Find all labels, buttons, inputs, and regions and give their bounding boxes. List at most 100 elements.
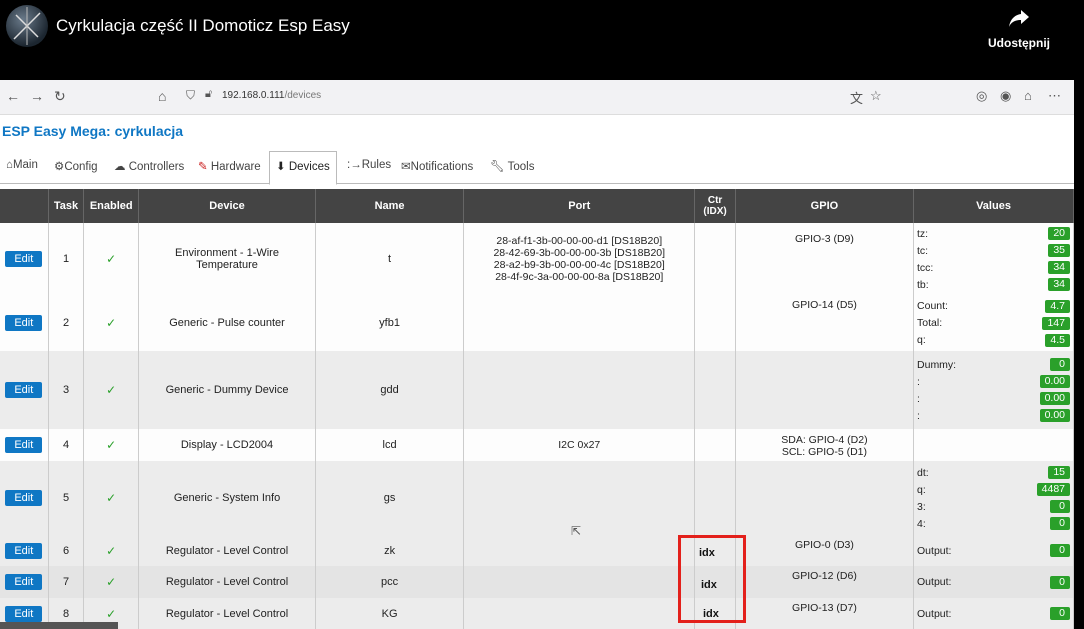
tab-rules[interactable]: :→Rules (347, 159, 391, 171)
device-type: Regulator - Level Control (165, 576, 289, 588)
device-cell: Regulator - Level Control (138, 535, 316, 566)
gpio-cell: GPIO-13 (D7) (735, 598, 915, 629)
port-cell (463, 598, 696, 629)
value-row: : 0.00 (917, 407, 1070, 424)
home-icon: ⌂ (6, 159, 13, 171)
edit-button[interactable]: Edit (5, 490, 43, 506)
table-row: Edit 6 ✓ Regulator - Level Control zk GPIO-0 … (0, 535, 1074, 566)
reload-icon[interactable]: ↻ (54, 88, 66, 105)
values-cell: Output: 0 (913, 598, 1074, 629)
gpio-cell (735, 461, 915, 535)
value-badge: 4.5 (1045, 333, 1070, 347)
enabled-check-icon: ✓ (106, 316, 117, 330)
bookmark-star-icon[interactable]: ☆ (870, 88, 882, 104)
idx-label: idx (703, 608, 719, 620)
edit-button[interactable]: Edit (5, 605, 43, 622)
enabled-check-icon: ✓ (106, 575, 117, 589)
video-title[interactable]: Cyrkulacja część II Domoticz Esp Easy (56, 16, 350, 36)
port-line: 28-42-69-3b-00-00-00-3b [DS18B20] (493, 247, 666, 259)
device-type: Generic - System Info (173, 492, 281, 504)
menu-icon[interactable]: ⋯ (1048, 88, 1061, 104)
name-cell: lcd (315, 429, 465, 461)
value-row: q: 4.5 (917, 332, 1070, 349)
video-progress-bar[interactable] (0, 622, 118, 629)
edit-button[interactable]: Edit (5, 574, 43, 590)
tab-main[interactable]: ⌂Main (6, 159, 38, 171)
value-row: Output: 0 (917, 574, 1070, 591)
value-badge: 0.00 (1039, 375, 1070, 388)
extensions-icon[interactable]: ⌂ (1024, 88, 1032, 103)
share-arrow-icon (1009, 10, 1029, 27)
tab-devices[interactable]: ⬇ Devices (269, 151, 337, 185)
value-row: : 0.00 (917, 373, 1070, 390)
value-badge: 4487 (1036, 483, 1070, 496)
value-badge: 0 (1050, 544, 1070, 557)
value-label: : (917, 375, 920, 388)
tab-hardware[interactable]: ✎ Hardware (198, 159, 261, 173)
edit-button[interactable]: Edit (5, 437, 43, 453)
back-icon[interactable]: ← (6, 88, 20, 104)
edit-button[interactable]: Edit (5, 382, 43, 398)
esp-page: ESP Easy Mega: cyrkulacja ⌂Main ⚙Config … (0, 115, 1074, 629)
task-number: 3 (62, 384, 70, 396)
value-badge: 20 (1048, 227, 1070, 240)
task-cell: 5 (48, 461, 85, 535)
value-row: tz: 20 (917, 225, 1070, 242)
translate-icon[interactable]: 文 (850, 88, 863, 107)
tab-config[interactable]: ⚙Config (54, 159, 98, 173)
edit-button[interactable]: Edit (5, 542, 43, 559)
gpio-line: GPIO-13 (D7) (792, 602, 857, 614)
wrench-icon: 🔧︎ (490, 161, 508, 173)
values-cell: Output: 0 (913, 535, 1074, 566)
port-cell (463, 295, 696, 351)
gpio-cell: GPIO-0 (D3) (735, 535, 915, 566)
name-cell: KG (315, 598, 465, 629)
envelope-icon: ✉ (401, 161, 411, 173)
share-button[interactable]: Udostępnij (984, 8, 1054, 52)
name-cell: t (315, 223, 465, 295)
edit-button[interactable]: Edit (5, 251, 43, 267)
ctr-idx-cell (694, 351, 736, 429)
value-label: q: (917, 334, 926, 346)
lock-icon[interactable]: 🔓︎ (205, 88, 212, 101)
value-label: dt: (917, 466, 929, 479)
enabled-check-icon: ✓ (106, 438, 117, 452)
gpio-line: SDA: GPIO-4 (D2) (781, 434, 868, 446)
value-badge: 0 (1050, 575, 1070, 589)
value-row: tb: 34 (917, 276, 1070, 293)
table-header-row: Task Enabled Device Name Port Ctr (IDX) … (0, 189, 1074, 223)
gear-icon: ⚙ (54, 161, 65, 173)
port-line: 28-4f-9c-3a-00-00-00-8a [DS18B20] (495, 271, 664, 283)
task-cell: 2 (48, 295, 85, 351)
device-cell: Environment - 1-Wire Temperature (138, 223, 316, 295)
enabled-check-icon: ✓ (106, 543, 117, 558)
name-cell: zk (315, 535, 465, 566)
task-number: 6 (62, 544, 70, 557)
tab-controllers[interactable]: ☁ Controllers (114, 159, 184, 173)
channel-avatar[interactable] (6, 5, 48, 47)
cloud-icon: ☁ (114, 161, 129, 173)
value-row: tcc: 34 (917, 259, 1070, 276)
value-badge: 34 (1048, 261, 1070, 274)
account-icon[interactable]: ◉ (1000, 88, 1011, 104)
value-label: Output: (917, 576, 952, 588)
table-row: Edit 2 ✓ Generic - Pulse counter yfb1 GPIO-14… (0, 295, 1074, 351)
device-type: Regulator - Level Control (165, 544, 289, 557)
name-cell: gdd (315, 351, 465, 429)
gpio-line: SCL: GPIO-5 (D1) (781, 446, 868, 458)
pocket-icon[interactable]: ◎ (976, 88, 987, 104)
device-type: Generic - Dummy Device (165, 384, 289, 396)
home-icon[interactable]: ⌂ (158, 88, 166, 104)
device-type: Environment - 1-Wire Temperature (175, 247, 279, 271)
forward-icon[interactable]: → (30, 88, 44, 104)
tab-notifications[interactable]: ✉Notifications (401, 159, 473, 173)
enabled-cell: ✓ (83, 535, 140, 566)
idx-label: idx (701, 579, 717, 591)
value-row: dt: 15 (917, 464, 1070, 481)
task-number: 2 (62, 317, 70, 329)
address-bar[interactable]: 192.168.0.111/devices (222, 90, 321, 101)
gpio-cell: GPIO-14 (D5) (735, 295, 915, 351)
tab-tools[interactable]: 🔧︎ Tools (490, 159, 534, 173)
edit-button[interactable]: Edit (5, 315, 43, 331)
shield-icon[interactable]: ⛉ (186, 88, 195, 103)
